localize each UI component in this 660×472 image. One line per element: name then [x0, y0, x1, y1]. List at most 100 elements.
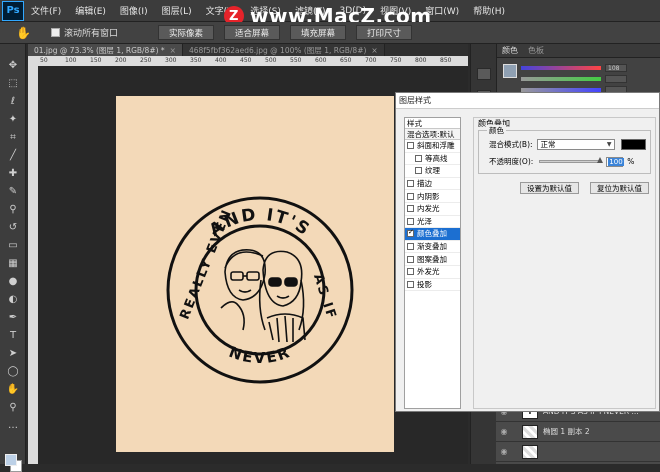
- magic-wand-tool-icon[interactable]: ✦: [4, 112, 22, 126]
- opacity-input[interactable]: 100: [606, 156, 624, 167]
- menu-filter[interactable]: 滤镜(T): [288, 4, 333, 17]
- style-checkbox[interactable]: [407, 180, 414, 188]
- style-label: 外发光: [417, 267, 440, 277]
- style-checkbox[interactable]: [407, 142, 414, 150]
- visibility-eye-icon[interactable]: ◉: [496, 427, 512, 436]
- style-checkbox[interactable]: [407, 255, 414, 263]
- fit-screen-button[interactable]: 适合屏幕: [223, 25, 280, 40]
- style-satin[interactable]: 光泽: [405, 216, 460, 229]
- photoshop-logo: Ps: [2, 0, 24, 21]
- shape-tool-icon[interactable]: ◯: [4, 364, 22, 378]
- red-slider[interactable]: [521, 66, 601, 70]
- styles-header[interactable]: 样式: [405, 118, 460, 129]
- slider-value[interactable]: [605, 75, 627, 83]
- hand-tool-icon[interactable]: ✋: [4, 382, 22, 396]
- style-checkbox[interactable]: [407, 217, 414, 225]
- green-slider[interactable]: [521, 77, 601, 81]
- tab-color[interactable]: 颜色: [497, 45, 523, 56]
- svg-text:NEVER: NEVER: [226, 343, 293, 367]
- style-pattern-overlay[interactable]: 图案叠加: [405, 253, 460, 266]
- layer-row[interactable]: ◉: [496, 442, 660, 462]
- scroll-all-windows-checkbox[interactable]: [50, 28, 60, 37]
- style-checkbox[interactable]: [415, 154, 422, 162]
- tab-swatches[interactable]: 色板: [523, 45, 549, 56]
- more-tools-icon[interactable]: …: [4, 418, 22, 432]
- foreground-color-swatch[interactable]: [5, 454, 17, 466]
- layer-thumbnail: [522, 444, 538, 459]
- history-brush-tool-icon[interactable]: ↺: [4, 220, 22, 234]
- dodge-tool-icon[interactable]: ◐: [4, 292, 22, 306]
- eyedropper-tool-icon[interactable]: ╱: [4, 148, 22, 162]
- style-contour[interactable]: 等高线: [405, 153, 460, 166]
- clone-stamp-tool-icon[interactable]: ⚲: [4, 202, 22, 216]
- reset-to-default-button[interactable]: 复位为默认值: [590, 182, 649, 194]
- menu-layer[interactable]: 图层(L): [155, 4, 199, 17]
- style-label: 渐变叠加: [417, 242, 447, 252]
- dialog-title[interactable]: 图层样式: [396, 93, 659, 109]
- style-checkbox[interactable]: [415, 167, 422, 175]
- pen-tool-icon[interactable]: ✒: [4, 310, 22, 324]
- menu-3d[interactable]: 3D(D): [332, 6, 373, 16]
- ruler-mark: 350: [190, 57, 202, 64]
- style-texture[interactable]: 纹理: [405, 165, 460, 178]
- style-inner-glow[interactable]: 内发光: [405, 203, 460, 216]
- menu-select[interactable]: 选择(S): [243, 4, 288, 17]
- slider-thumb[interactable]: [597, 157, 604, 163]
- blend-mode-select[interactable]: 正常 ▼: [536, 139, 615, 150]
- style-inner-shadow[interactable]: 内阴影: [405, 190, 460, 203]
- eraser-tool-icon[interactable]: ▭: [4, 238, 22, 252]
- style-checkbox[interactable]: [407, 192, 414, 200]
- style-color-overlay[interactable]: 颜色叠加: [405, 228, 460, 241]
- style-checkbox[interactable]: [407, 280, 414, 288]
- layer-row[interactable]: ◉ 椭圆 1 副本 2: [496, 422, 660, 442]
- marquee-tool-icon[interactable]: ⬚: [4, 76, 22, 90]
- style-drop-shadow[interactable]: 投影: [405, 279, 460, 292]
- blending-options-item[interactable]: 混合选项:默认: [405, 129, 460, 140]
- path-selection-tool-icon[interactable]: ➤: [4, 346, 22, 360]
- style-checkbox[interactable]: [407, 205, 414, 213]
- history-panel-icon[interactable]: [477, 68, 491, 80]
- move-tool-icon[interactable]: ✥: [4, 58, 22, 72]
- type-tool-icon[interactable]: T: [4, 328, 22, 342]
- ruler-mark: 650: [340, 57, 352, 64]
- style-checkbox[interactable]: [407, 243, 414, 251]
- healing-brush-tool-icon[interactable]: ✚: [4, 166, 22, 180]
- zoom-tool-icon[interactable]: ⚲: [4, 400, 22, 414]
- style-bevel-emboss[interactable]: 斜面和浮雕: [405, 140, 460, 153]
- menu-image[interactable]: 图像(I): [113, 4, 155, 17]
- ruler-mark: 100: [65, 57, 77, 64]
- brush-tool-icon[interactable]: ✎: [4, 184, 22, 198]
- opacity-value: 100: [608, 157, 624, 166]
- lasso-tool-icon[interactable]: ℓ: [4, 94, 22, 108]
- close-tab-icon[interactable]: ×: [371, 46, 377, 55]
- menu-edit[interactable]: 编辑(E): [68, 4, 113, 17]
- slider-value[interactable]: 108: [605, 64, 627, 72]
- menu-window[interactable]: 窗口(W): [418, 4, 466, 17]
- blend-mode-label: 混合模式(B):: [489, 140, 533, 149]
- style-checkbox-checked[interactable]: [407, 228, 414, 238]
- opacity-slider[interactable]: [539, 157, 604, 163]
- menu-file[interactable]: 文件(F): [24, 4, 68, 17]
- style-gradient-overlay[interactable]: 渐变叠加: [405, 241, 460, 254]
- fill-screen-button[interactable]: 填充屏幕: [290, 25, 347, 40]
- crop-tool-icon[interactable]: ⌗: [4, 130, 22, 144]
- scroll-all-windows-label: 滚动所有窗口: [63, 29, 118, 39]
- menu-help[interactable]: 帮助(H): [466, 4, 512, 17]
- close-tab-icon[interactable]: ×: [170, 46, 176, 55]
- style-stroke[interactable]: 描边: [405, 178, 460, 191]
- style-checkbox[interactable]: [407, 268, 414, 276]
- hand-icon[interactable]: ✋: [16, 26, 31, 40]
- document-tab-active[interactable]: 01.jpg @ 73.3% (图层 1, RGB/8#) * ×: [28, 44, 183, 56]
- menu-view[interactable]: 视图(V): [373, 4, 418, 17]
- style-outer-glow[interactable]: 外发光: [405, 266, 460, 279]
- panel-color-swatch[interactable]: [503, 64, 517, 78]
- gradient-tool-icon[interactable]: ▦: [4, 256, 22, 270]
- make-default-button[interactable]: 设置为默认值: [520, 182, 579, 194]
- blur-tool-icon[interactable]: ●: [4, 274, 22, 288]
- overlay-color-swatch[interactable]: [620, 139, 646, 150]
- visibility-eye-icon[interactable]: ◉: [496, 447, 512, 456]
- print-size-button[interactable]: 打印尺寸: [356, 25, 413, 40]
- menu-type[interactable]: 文字(Y): [199, 4, 244, 17]
- actual-pixels-button[interactable]: 实际像素: [157, 25, 214, 40]
- document-tab-inactive[interactable]: 468f5fbf362aed6.jpg @ 100% (图层 1, RGB/8#…: [182, 44, 385, 56]
